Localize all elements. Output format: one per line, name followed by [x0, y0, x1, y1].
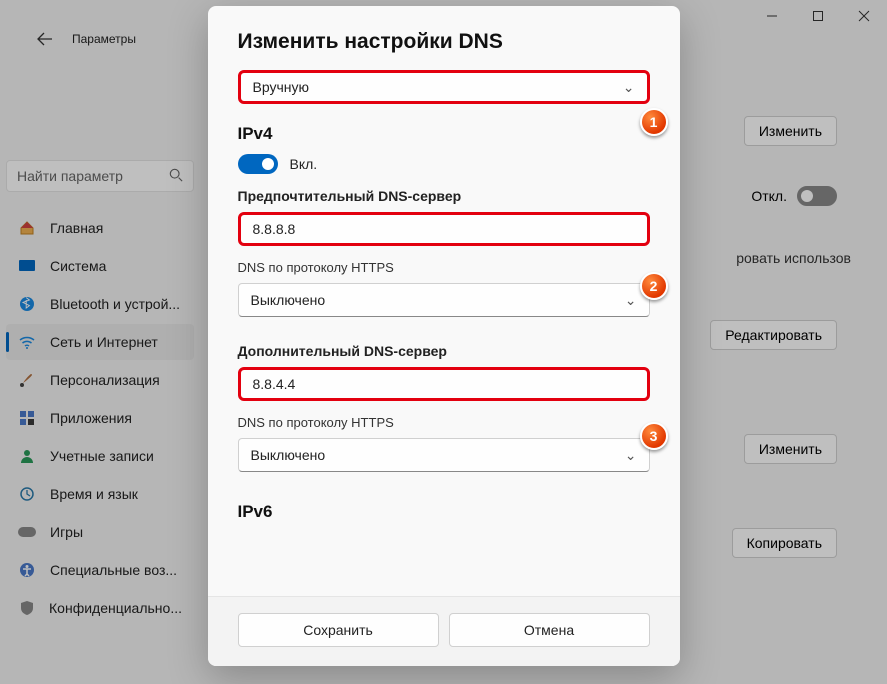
ipv4-toggle[interactable] [238, 154, 278, 174]
chevron-down-icon: ⌄ [625, 292, 637, 309]
alt-dns-value: 8.8.4.4 [253, 376, 296, 392]
preferred-dns-value: 8.8.8.8 [253, 221, 296, 237]
ipv6-heading: IPv6 [238, 502, 650, 522]
alt-dns-input[interactable]: 8.8.4.4 [238, 367, 650, 401]
ipv4-heading: IPv4 [238, 124, 650, 144]
ipv4-on-label: Вкл. [290, 156, 318, 172]
save-button[interactable]: Сохранить [238, 613, 439, 647]
dialog-footer: Сохранить Отмена [208, 596, 680, 666]
preferred-dns-input[interactable]: 8.8.8.8 [238, 212, 650, 246]
chevron-down-icon: ⌄ [625, 447, 637, 464]
doh2-label: DNS по протоколу HTTPS [238, 415, 650, 430]
doh-label: DNS по протоколу HTTPS [238, 260, 650, 275]
callout-badge-2: 2 [640, 272, 668, 300]
doh-select[interactable]: Выключено ⌄ [238, 283, 650, 317]
cancel-button[interactable]: Отмена [449, 613, 650, 647]
dialog-title: Изменить настройки DNS [238, 30, 650, 54]
modal-overlay: Изменить настройки DNS Вручную ⌄ IPv4 Вк… [0, 0, 887, 684]
dns-settings-dialog: Изменить настройки DNS Вручную ⌄ IPv4 Вк… [208, 6, 680, 666]
dns-mode-select[interactable]: Вручную ⌄ [238, 70, 650, 104]
chevron-down-icon: ⌄ [623, 79, 635, 96]
doh2-value: Выключено [251, 447, 326, 463]
doh-value: Выключено [251, 292, 326, 308]
callout-badge-1: 1 [640, 108, 668, 136]
alt-dns-label: Дополнительный DNS-сервер [238, 343, 650, 359]
preferred-dns-label: Предпочтительный DNS-сервер [238, 188, 650, 204]
doh2-select[interactable]: Выключено ⌄ [238, 438, 650, 472]
callout-badge-3: 3 [640, 422, 668, 450]
dns-mode-value: Вручную [253, 79, 310, 95]
